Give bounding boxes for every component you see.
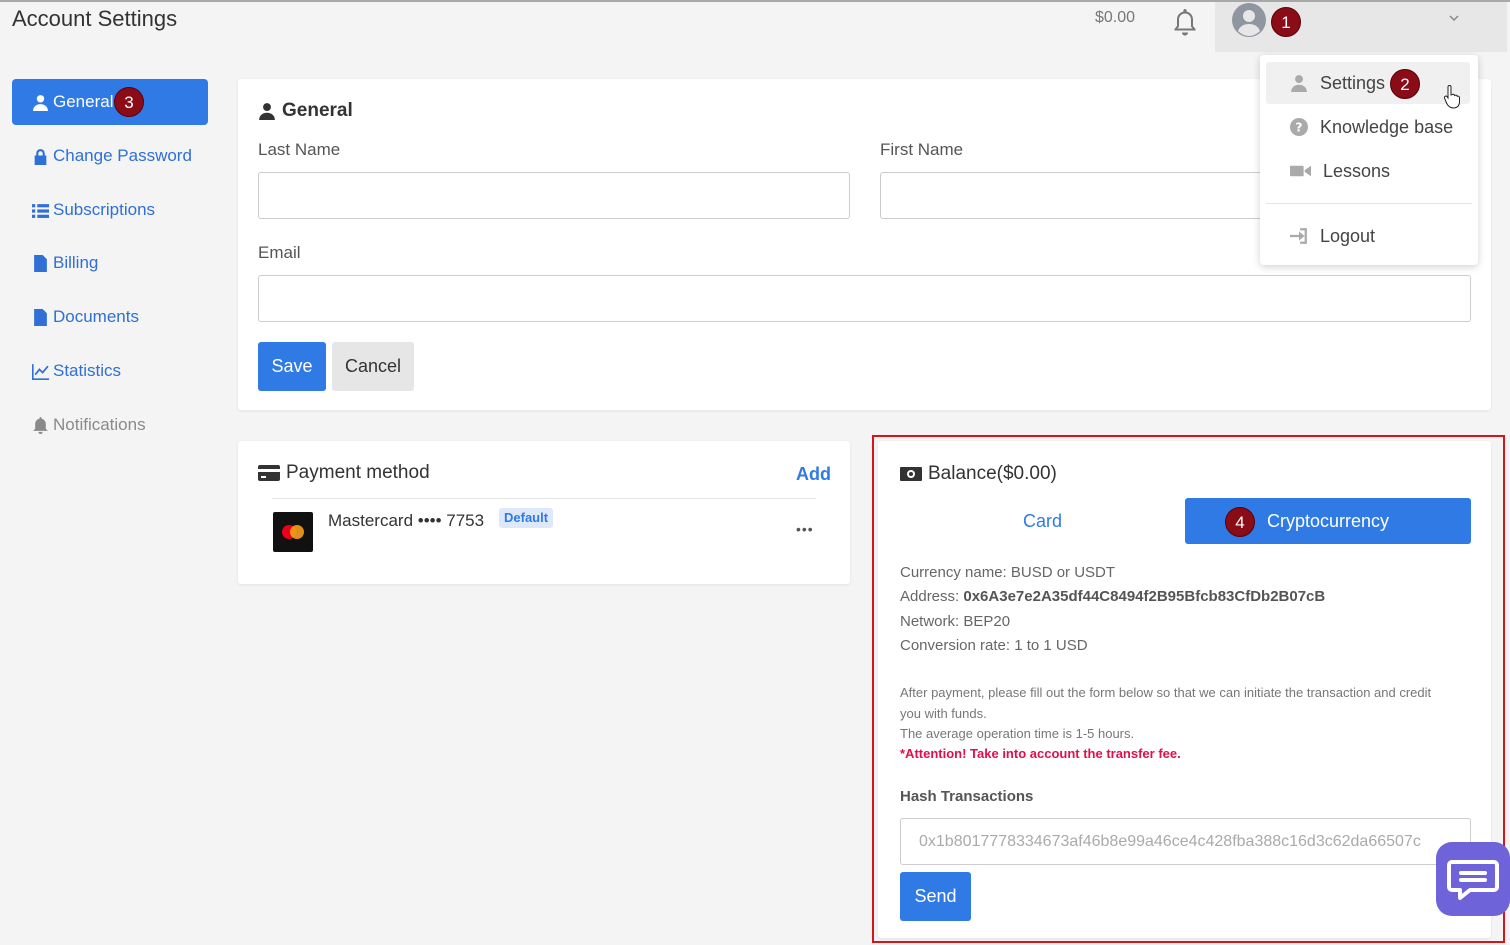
sidebar-item-change-password[interactable]: Change Password: [12, 133, 208, 179]
sidebar-item-label: Documents: [53, 307, 139, 326]
header-balance: $0.00: [1095, 9, 1136, 26]
sidebar-item-label: Notifications: [53, 415, 146, 434]
save-button[interactable]: Save: [258, 342, 326, 391]
user-icon: [1291, 75, 1307, 92]
general-card-title: General: [258, 100, 353, 122]
address-value: 0x6A3e7e2A35df44C8494f2B95Bfcb83CfDb2B07…: [963, 588, 1326, 605]
money-bill-icon: [900, 467, 922, 481]
sidebar-item-label: Billing: [53, 253, 99, 272]
hand-cursor-icon: [1443, 85, 1461, 109]
menu-item-label: Settings: [1320, 72, 1386, 93]
menu-item-knowledge-base[interactable]: ? Knowledge base: [1266, 106, 1470, 148]
email-input[interactable]: [258, 275, 1471, 322]
question-circle-icon: ?: [1290, 118, 1308, 136]
sidebar-item-billing[interactable]: Billing: [12, 240, 208, 286]
file-text-icon: [34, 254, 47, 272]
general-title-text: General: [282, 100, 353, 121]
address-label: Address:: [900, 588, 964, 605]
menu-item-logout[interactable]: Logout: [1266, 215, 1470, 257]
last-name-input[interactable]: [258, 172, 850, 219]
menu-item-settings[interactable]: Settings: [1266, 62, 1470, 104]
step-marker-1: 1: [1271, 7, 1301, 37]
list-icon: [32, 203, 49, 218]
first-name-input[interactable]: [880, 172, 1300, 219]
chat-bubble-icon: [1447, 860, 1499, 900]
menu-item-lessons[interactable]: Lessons: [1266, 150, 1470, 192]
sidebar-item-general[interactable]: General: [12, 79, 208, 125]
sidebar-item-label: Statistics: [53, 361, 122, 380]
last-name-label: Last Name: [258, 140, 341, 159]
note-line-2: you with funds.: [900, 706, 987, 721]
sidebar-item-label: Change Password: [53, 146, 192, 165]
cancel-button[interactable]: Cancel: [332, 342, 414, 391]
currency-name: Currency name: BUSD or USDT: [900, 564, 1116, 581]
chat-widget-button[interactable]: [1436, 842, 1510, 916]
balance-title: Balance($0.00): [900, 463, 1057, 485]
hash-placeholder: 0x1b8017778334673af46b8e99a46ce4c428fba3…: [919, 833, 1421, 850]
user-avatar-icon[interactable]: [1232, 3, 1266, 37]
card-name: Mastercard •••• 7753: [328, 511, 485, 530]
default-badge: Default: [499, 508, 554, 528]
card-more-menu-icon[interactable]: •••: [796, 521, 814, 537]
mastercard-logo-icon: [273, 512, 313, 552]
hash-label: Hash Transactions: [900, 788, 1034, 805]
menu-item-label: Lessons: [1323, 160, 1391, 181]
page-title: Account Settings: [12, 6, 178, 31]
user-icon: [259, 103, 275, 120]
payment-method-card: Payment method Add Mastercard •••• 7753 …: [238, 441, 850, 584]
sidebar-item-documents[interactable]: Documents: [12, 294, 208, 340]
hash-input[interactable]: 0x1b8017778334673af46b8e99a46ce4c428fba3…: [900, 818, 1471, 865]
email-label: Email: [258, 243, 301, 262]
sidebar-item-notifications[interactable]: Notifications: [12, 402, 208, 448]
send-button[interactable]: Send: [900, 872, 971, 921]
user-icon: [33, 94, 48, 111]
divider: [272, 498, 816, 499]
note-line-1: After payment, please fill out the form …: [900, 685, 1432, 700]
attention-text: *Attention! Take into account the transf…: [900, 746, 1181, 761]
video-camera-icon: [1290, 165, 1311, 177]
step-marker-2: 2: [1390, 69, 1420, 99]
svg-text:?: ?: [1295, 121, 1302, 135]
add-payment-link[interactable]: Add: [796, 464, 831, 485]
step-marker-4: 4: [1225, 507, 1255, 537]
conversion-line: Conversion rate: 1 to 1 USD: [900, 637, 1088, 654]
tab-card[interactable]: Card: [900, 498, 1185, 544]
network-line: Network: BEP20: [900, 613, 1011, 630]
payment-card-title: Payment method: [258, 462, 430, 484]
line-chart-icon: [32, 363, 49, 380]
notifications-bell-icon[interactable]: [1172, 7, 1198, 37]
sidebar-item-subscriptions[interactable]: Subscriptions: [12, 187, 208, 233]
lock-icon: [34, 148, 47, 165]
sign-in-icon: [1290, 228, 1307, 244]
file-icon: [34, 308, 47, 326]
first-name-label: First Name: [880, 140, 964, 159]
user-dropdown-menu: Settings ? Knowledge base Lessons Logout…: [1260, 55, 1478, 265]
bell-icon: [33, 416, 48, 434]
sidebar-item-statistics[interactable]: Statistics: [12, 348, 208, 394]
payment-title-text: Payment method: [286, 462, 430, 483]
sidebar-item-label: General: [53, 92, 114, 111]
balance-title-text: Balance($0.00): [928, 463, 1057, 484]
credit-card-icon: [258, 465, 280, 481]
menu-item-label: Logout: [1320, 225, 1376, 246]
note-line-3: The average operation time is 1-5 hours.: [900, 726, 1135, 741]
menu-divider: [1266, 203, 1472, 204]
sidebar-item-label: Subscriptions: [53, 200, 156, 219]
step-marker-3: 3: [114, 87, 144, 117]
chevron-down-icon[interactable]: [1446, 10, 1462, 26]
address-line: Address: 0x6A3e7e2A35df44C8494f2B95Bfcb8…: [900, 588, 1325, 605]
menu-item-label: Knowledge base: [1320, 116, 1454, 137]
